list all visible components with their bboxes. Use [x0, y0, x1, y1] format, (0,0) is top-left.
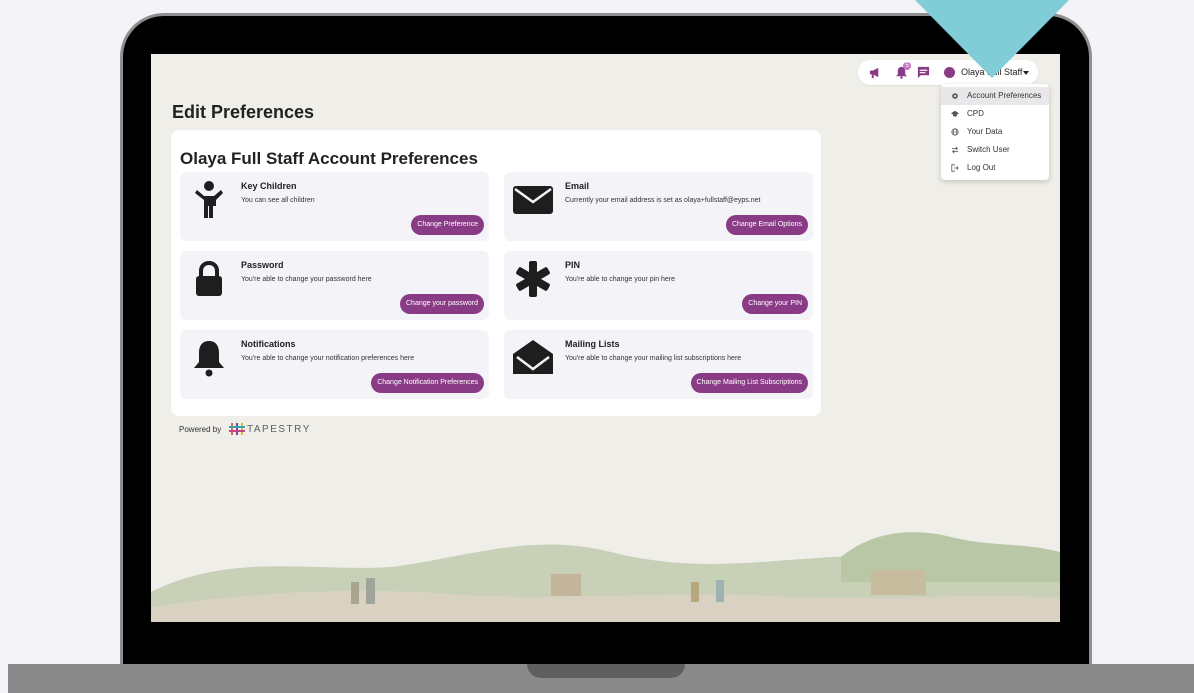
panel-title: Olaya Full Staff Account Preferences: [180, 149, 478, 168]
card-title: Password: [241, 260, 284, 270]
change-notification-preferences-button[interactable]: Change Notification Preferences: [371, 373, 484, 393]
menu-item-account-preferences[interactable]: Account Preferences: [941, 87, 1049, 105]
change-email-options-button[interactable]: Change Email Options: [725, 215, 808, 235]
megaphone-icon[interactable]: [869, 66, 882, 79]
card-title: Key Children: [241, 181, 297, 191]
notification-count-badge: 5: [903, 62, 911, 70]
mailing-lists-card: Mailing Lists You're able to change your…: [504, 330, 813, 399]
envelope-icon: [513, 186, 553, 214]
email-card: Email Currently your email address is se…: [504, 172, 813, 241]
asterisk-icon: [516, 261, 550, 297]
gear-icon: [952, 93, 958, 99]
powered-by-label: Powered by: [179, 425, 222, 434]
pointer-arrow-overlay: [915, 0, 1069, 78]
page-title: Edit Preferences: [172, 102, 315, 122]
menu-item-log-out[interactable]: Log Out: [941, 159, 1049, 177]
card-title: Email: [565, 181, 590, 191]
menu-item-label: Account Preferences: [967, 91, 1042, 100]
change-mailing-list-subscriptions-button[interactable]: Change Mailing List Subscriptions: [690, 373, 808, 393]
preferences-panel: Olaya Full Staff Account Preferences Key…: [171, 130, 821, 416]
tapestry-brand-text[interactable]: TAPESTRY: [247, 424, 311, 435]
swap-arrows-icon: [951, 146, 959, 154]
bell-icon: [194, 341, 224, 377]
pin-card: PIN You're able to change your pin here …: [504, 251, 813, 320]
graduation-cap-icon: [951, 110, 959, 117]
card-description: You can see all children: [241, 197, 315, 204]
card-title: PIN: [565, 260, 581, 270]
app-screen: 5 Olaya Full Staff Account Preferences C…: [151, 54, 1060, 622]
password-card: Password You're able to change your pass…: [180, 251, 489, 320]
device-mockup: 5 Olaya Full Staff Account Preferences C…: [0, 0, 1194, 693]
tapestry-logo-icon: [229, 423, 245, 435]
card-title: Mailing Lists: [565, 339, 620, 349]
menu-item-switch-user[interactable]: Switch User: [941, 141, 1049, 159]
change-preference-button[interactable]: Change Preference: [411, 215, 484, 235]
card-title: Notifications: [241, 339, 296, 349]
change-pin-button[interactable]: Change your PIN: [742, 294, 808, 314]
child-icon: [195, 181, 223, 218]
card-description: You're able to change your pin here: [565, 276, 676, 283]
logout-icon: [951, 164, 959, 172]
open-envelope-icon: [513, 340, 553, 374]
menu-item-cpd[interactable]: CPD: [941, 105, 1049, 123]
menu-item-label: Switch User: [967, 145, 1010, 154]
key-children-card: Key Children You can see all children Ch…: [180, 172, 489, 241]
card-description: Currently your email address is set as o…: [565, 197, 761, 204]
lock-icon: [196, 260, 222, 296]
park-scenery-illustration: [151, 532, 1060, 622]
menu-item-your-data[interactable]: Your Data: [941, 123, 1049, 141]
user-dropdown-menu: Account Preferences CPD Your Data Switch…: [941, 84, 1049, 180]
change-password-button[interactable]: Change your password: [400, 294, 484, 314]
menu-item-label: CPD: [967, 109, 984, 118]
card-description: You're able to change your mailing list …: [565, 355, 742, 362]
menu-item-label: Your Data: [967, 127, 1003, 136]
laptop-notch: [527, 664, 685, 678]
notifications-card: Notifications You're able to change your…: [180, 330, 489, 399]
card-description: You're able to change your password here: [241, 276, 372, 283]
menu-item-label: Log Out: [967, 163, 996, 172]
card-description: You're able to change your notification …: [241, 355, 415, 362]
globe-icon: [951, 128, 959, 136]
